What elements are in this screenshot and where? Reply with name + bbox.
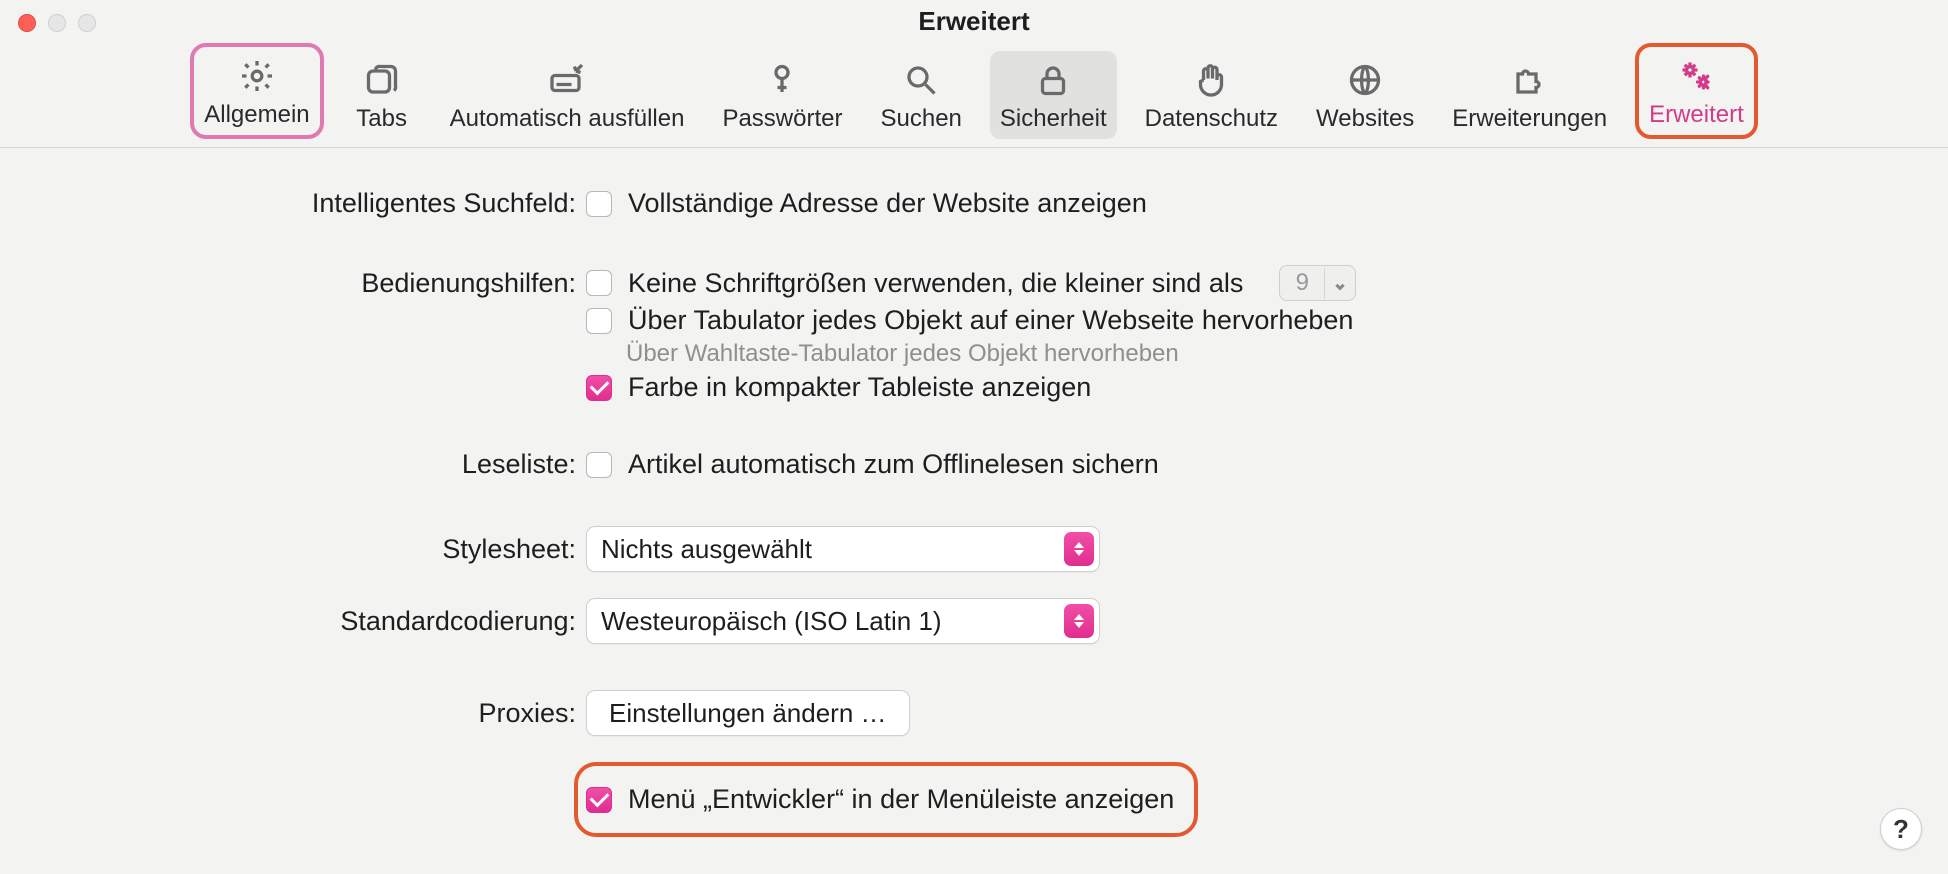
tab-autofill[interactable]: Automatisch ausfüllen [440, 51, 695, 139]
puzzle-icon [1512, 59, 1548, 101]
tab-security-label: Sicherheit [1000, 105, 1107, 133]
tab-search[interactable]: Suchen [870, 51, 971, 139]
tab-search-label: Suchen [880, 105, 961, 133]
tab-tabs-label: Tabs [356, 105, 407, 133]
proxies-label: Proxies: [0, 698, 586, 729]
tab-extensions-label: Erweiterungen [1452, 105, 1607, 133]
tab-autofill-label: Automatisch ausfüllen [450, 105, 685, 133]
tab-advanced[interactable]: Erweitert [1635, 43, 1758, 139]
min-font-stepper[interactable]: 9 [1279, 265, 1356, 301]
min-font-value: 9 [1280, 269, 1324, 297]
tab-websites-label: Websites [1316, 105, 1414, 133]
compact-tab-color-label: Farbe in kompakter Tableiste anzeigen [628, 372, 1091, 403]
readinglist-label: Leseliste: [0, 449, 586, 480]
tab-passwords-label: Passwörter [722, 105, 842, 133]
tab-general-label: Allgemein [204, 101, 309, 129]
stylesheet-value: Nichts ausgewählt [601, 534, 812, 565]
search-icon [903, 59, 939, 101]
preferences-toolbar: Allgemein Tabs Automatisch ausfüllen Pas… [0, 43, 1948, 148]
compact-tab-color-checkbox[interactable] [586, 375, 612, 401]
updown-icon [1064, 604, 1094, 638]
key-icon [764, 59, 800, 101]
globe-icon [1347, 59, 1383, 101]
readinglist-offline-checkbox[interactable] [586, 452, 612, 478]
developer-menu-highlight: Menü „Entwickler“ in der Menüleiste anze… [574, 762, 1198, 837]
gear-icon [239, 55, 275, 97]
hand-icon [1193, 59, 1229, 101]
window-close-button[interactable] [18, 14, 36, 32]
window-minimize-button[interactable] [48, 14, 66, 32]
show-full-url-checkbox[interactable] [586, 191, 612, 217]
tabs-icon [364, 59, 400, 101]
show-full-url-label: Vollständige Adresse der Website anzeige… [628, 188, 1147, 219]
advanced-settings-form: Intelligentes Suchfeld: Vollständige Adr… [0, 148, 1948, 837]
smart-search-label: Intelligentes Suchfeld: [0, 188, 586, 219]
developer-menu-label: Menü „Entwickler“ in der Menüleiste anze… [628, 784, 1174, 815]
stylesheet-label: Stylesheet: [0, 534, 586, 565]
window-zoom-button[interactable] [78, 14, 96, 32]
tab-security[interactable]: Sicherheit [990, 51, 1117, 139]
tab-advanced-label: Erweitert [1649, 101, 1744, 129]
tab-highlight-hint: Über Wahltaste-Tabulator jedes Objekt he… [626, 340, 1179, 368]
help-button[interactable]: ? [1880, 808, 1922, 850]
lock-icon [1035, 59, 1071, 101]
tab-privacy[interactable]: Datenschutz [1135, 51, 1288, 139]
tab-highlight-checkbox[interactable] [586, 308, 612, 334]
chevron-down-icon[interactable] [1324, 268, 1355, 299]
proxies-change-button[interactable]: Einstellungen ändern … [586, 690, 910, 736]
titlebar: Erweitert [0, 0, 1948, 43]
autofill-icon [549, 59, 585, 101]
encoding-label: Standardcodierung: [0, 606, 586, 637]
updown-icon [1064, 532, 1094, 566]
tab-websites[interactable]: Websites [1306, 51, 1424, 139]
window-title: Erweitert [0, 0, 1948, 43]
encoding-value: Westeuropäisch (ISO Latin 1) [601, 606, 942, 637]
developer-menu-checkbox[interactable] [586, 787, 612, 813]
readinglist-offline-label: Artikel automatisch zum Offlinelesen sic… [628, 449, 1159, 480]
encoding-select[interactable]: Westeuropäisch (ISO Latin 1) [586, 598, 1100, 644]
min-font-checkbox[interactable] [586, 270, 612, 296]
tab-general[interactable]: Allgemein [190, 43, 323, 139]
accessibility-label: Bedienungshilfen: [0, 268, 586, 299]
tab-highlight-label: Über Tabulator jedes Objekt auf einer We… [628, 305, 1353, 336]
stylesheet-select[interactable]: Nichts ausgewählt [586, 526, 1100, 572]
min-font-label: Keine Schriftgrößen verwenden, die klein… [628, 268, 1243, 299]
tab-passwords[interactable]: Passwörter [712, 51, 852, 139]
tab-tabs[interactable]: Tabs [342, 51, 422, 139]
gears-icon [1678, 55, 1714, 97]
tab-privacy-label: Datenschutz [1145, 105, 1278, 133]
tab-extensions[interactable]: Erweiterungen [1442, 51, 1617, 139]
